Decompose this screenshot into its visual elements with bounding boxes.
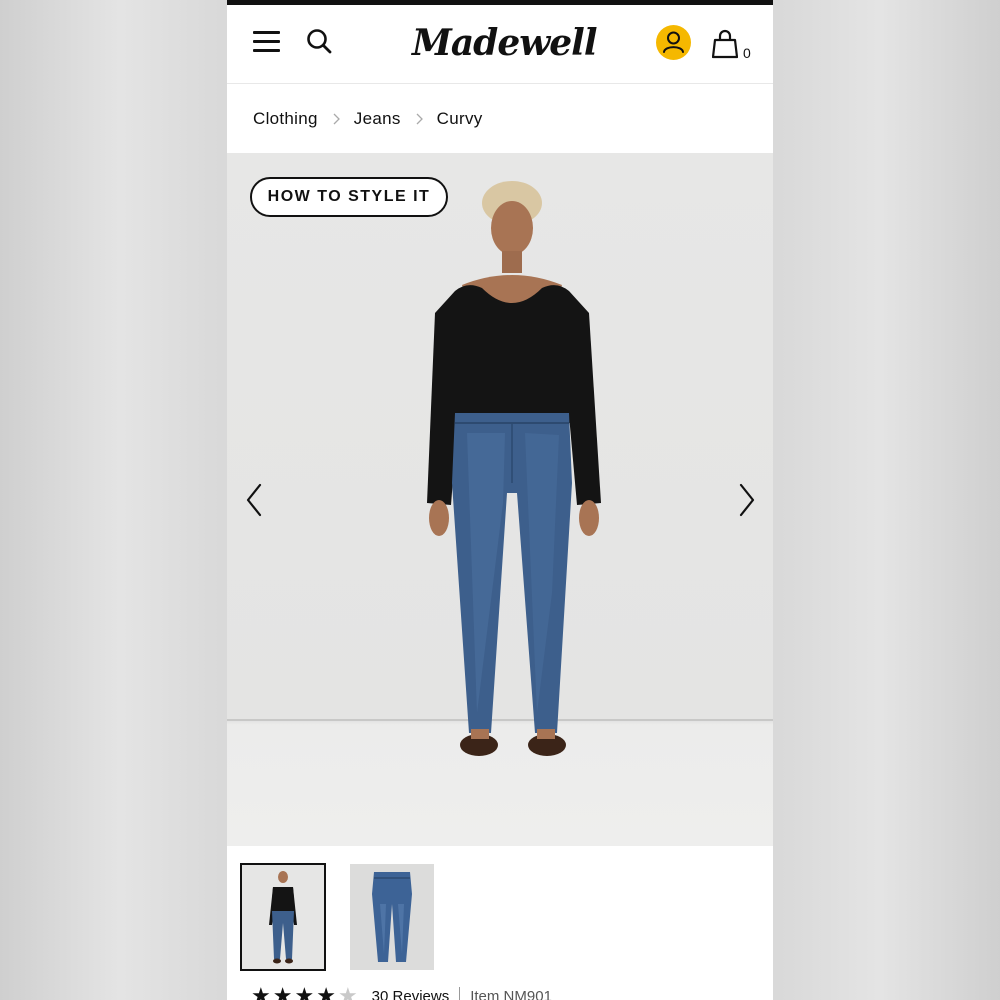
breadcrumb-clothing[interactable]: Clothing <box>253 109 318 129</box>
how-to-style-it-button[interactable]: HOW TO STYLE IT <box>250 177 448 217</box>
breadcrumb-jeans[interactable]: Jeans <box>354 109 401 129</box>
star-icon: ★ <box>337 983 358 1000</box>
phone-screen: Madewell 0 Clothing Jeans Curvy HOW TO S… <box>227 0 773 1000</box>
thumbnail-strip: ★ ★ ★ ★ ★ 30 Reviews Item NM901 <box>227 846 773 1000</box>
product-model-image <box>427 181 601 756</box>
star-icon: ★ <box>272 983 293 1000</box>
breadcrumb-curvy[interactable]: Curvy <box>437 109 483 129</box>
chevron-right-icon <box>333 113 340 124</box>
account-icon[interactable] <box>656 25 691 60</box>
bag-count: 0 <box>743 45 751 61</box>
thumbnail-model[interactable] <box>240 863 326 971</box>
site-header: Madewell 0 <box>227 5 773 84</box>
brand-logo[interactable]: Madewell <box>412 19 598 67</box>
hamburger-menu-icon[interactable] <box>253 29 281 53</box>
star-icon: ★ <box>251 983 271 1000</box>
breadcrumb: Clothing Jeans Curvy <box>227 84 773 153</box>
product-image-carousel[interactable]: HOW TO STYLE IT <box>227 153 773 846</box>
search-icon[interactable] <box>305 27 333 55</box>
rating-row: ★ ★ ★ ★ ★ 30 Reviews Item NM901 <box>251 984 552 1000</box>
thumbnail-flatlay[interactable] <box>350 864 434 970</box>
star-icon: ★ <box>294 983 315 1000</box>
divider <box>459 987 461 1000</box>
chevron-left-icon[interactable] <box>243 482 265 518</box>
chevron-right-icon[interactable] <box>736 482 758 518</box>
star-icon: ★ <box>316 983 336 1000</box>
item-number: Item NM901 <box>470 987 552 1000</box>
reviews-link[interactable]: 30 Reviews <box>372 988 450 1000</box>
chevron-right-icon <box>416 113 423 124</box>
shopping-bag-icon[interactable] <box>712 29 738 59</box>
